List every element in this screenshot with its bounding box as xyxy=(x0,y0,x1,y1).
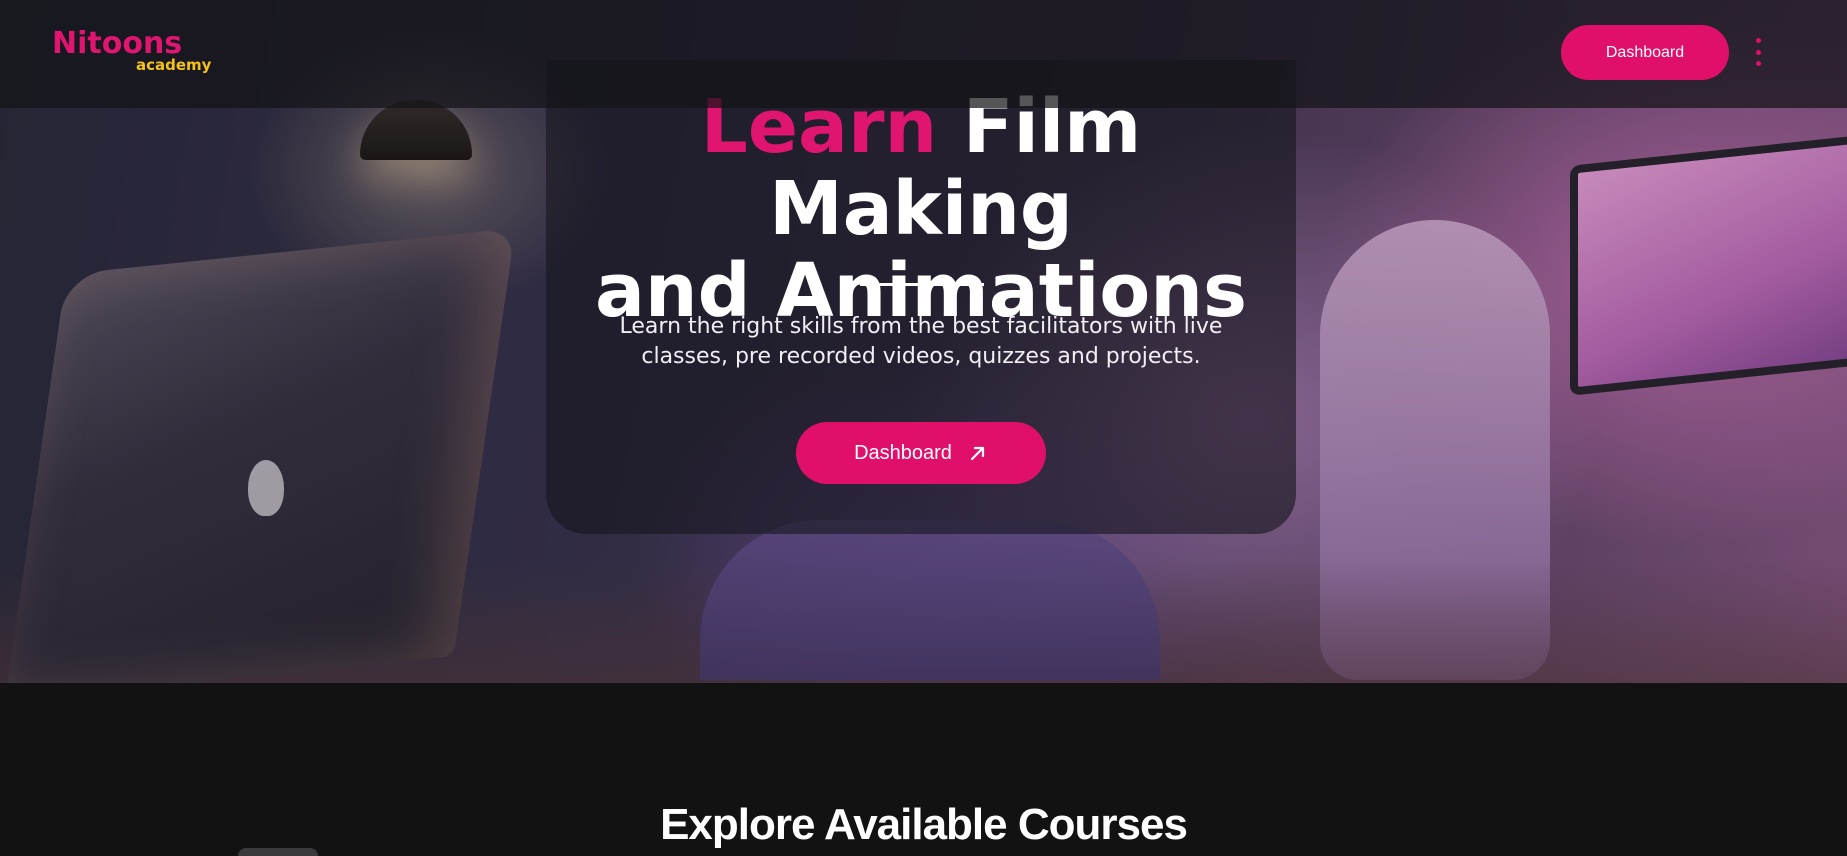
kebab-dot xyxy=(1755,38,1761,43)
logo-subtitle: academy xyxy=(136,56,212,74)
course-filter-tab[interactable] xyxy=(238,848,318,856)
top-navbar: Nitoons academy Dashboard xyxy=(0,0,1847,108)
nitoons-logo[interactable]: Nitoons academy xyxy=(52,26,212,76)
kebab-dot xyxy=(1755,61,1761,66)
hero-title: Learn Film Making and Animations xyxy=(546,86,1296,332)
courses-section-title: Explore Available Courses xyxy=(660,800,1188,849)
hero-subtitle: Learn the right skills from the best fac… xyxy=(619,314,1223,369)
hero-divider xyxy=(860,283,984,286)
hero-dashboard-button[interactable]: Dashboard xyxy=(796,422,1046,484)
kebab-menu-icon[interactable] xyxy=(1750,38,1766,66)
arrow-up-right-icon xyxy=(970,446,985,461)
kebab-dot xyxy=(1755,49,1761,55)
nav-dashboard-button[interactable]: Dashboard xyxy=(1561,25,1729,80)
hero-dashboard-label: Dashboard xyxy=(854,441,952,464)
